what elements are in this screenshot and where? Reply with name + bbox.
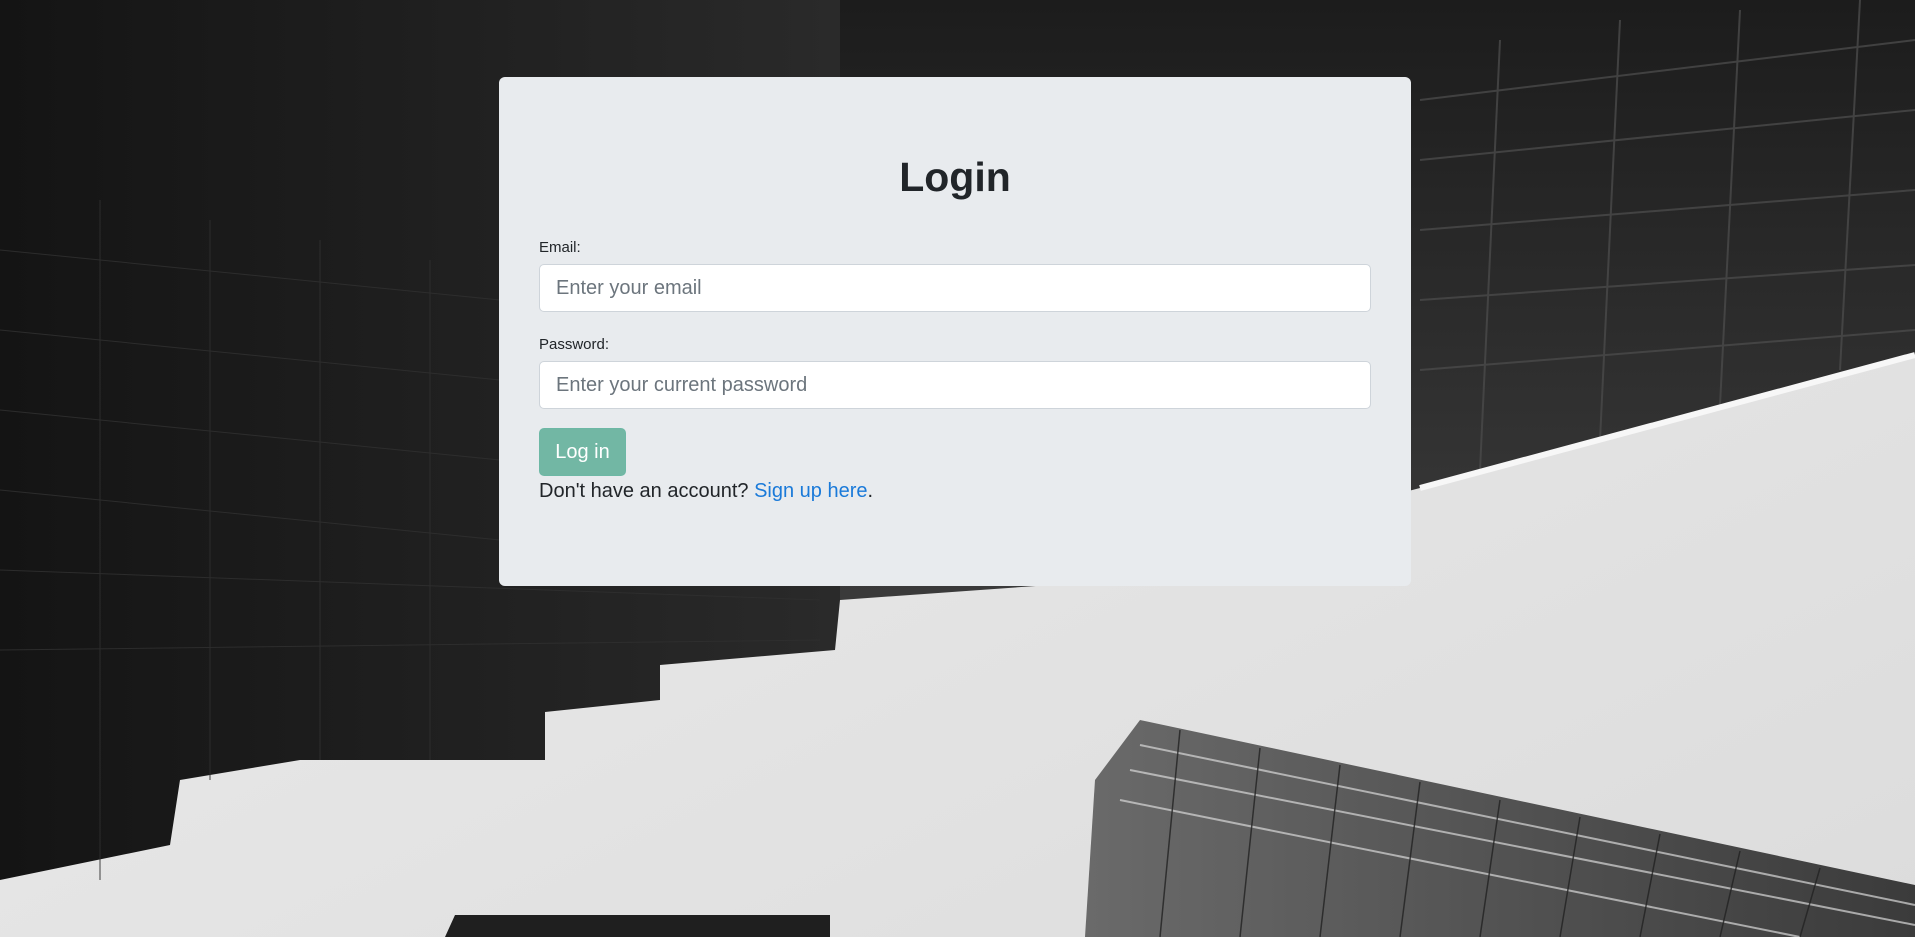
signup-suffix: . [867,480,874,502]
signup-link[interactable]: Sign up here [754,480,867,502]
password-label: Password: [539,336,610,353]
login-card: Login Email: Password: Log in Don't have… [499,77,1411,586]
login-title: Login [899,154,1011,200]
email-input[interactable] [539,264,1371,312]
password-input[interactable] [539,361,1371,409]
signup-prompt: Don't have an account? Sign up here. [539,480,873,503]
login-button[interactable]: Log in [539,428,626,476]
email-label: Email: [539,239,581,256]
signup-prompt-text: Don't have an account? [539,480,755,502]
